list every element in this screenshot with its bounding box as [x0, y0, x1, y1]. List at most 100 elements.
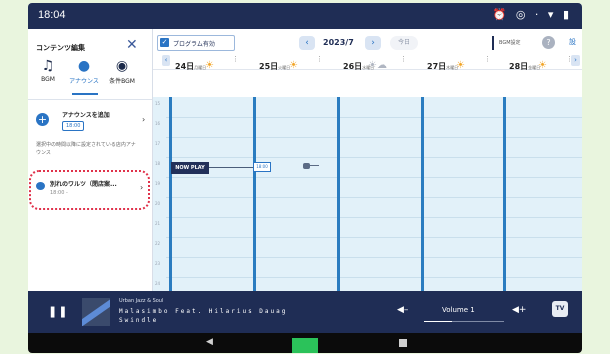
- hour-label: 19: [155, 181, 161, 186]
- close-icon[interactable]: ✕: [126, 37, 138, 53]
- recent-apps-icon[interactable]: [399, 339, 407, 347]
- hour-label: 18: [155, 161, 161, 166]
- day-label: 27日: [427, 62, 447, 71]
- day-label: 26日: [343, 62, 363, 71]
- music-player: ❚❚ Urban Jazz & Soul Malasimbo Feat. Hil…: [28, 291, 582, 333]
- sun-icon: ☀: [538, 60, 547, 71]
- announcement-marker-line: [310, 165, 319, 166]
- announcement-title: 別れのワルツ（閉店案...: [50, 181, 117, 188]
- chevron-right-icon: ›: [142, 115, 146, 124]
- grid-line: [166, 117, 582, 118]
- add-announcement-time: 18:00: [62, 121, 85, 131]
- hour-label: 21: [155, 221, 161, 226]
- more-vert-icon[interactable]: ⋮: [316, 55, 323, 63]
- hour-label: 23: [155, 261, 161, 266]
- month-prev-button[interactable]: ‹: [299, 36, 315, 50]
- hour-label: 20: [155, 201, 161, 206]
- more-vert-icon[interactable]: ⋮: [232, 55, 239, 63]
- now-play-badge: NOW PLAY: [171, 162, 209, 174]
- conditional-music-icon: ◉: [115, 58, 129, 74]
- volume-slider-fill: [424, 321, 452, 322]
- day-column-line: [421, 97, 424, 291]
- page-frame: 18:04 ⏰ ◎ · ▾ ▮ コンテンツ編集 ✕ ♫ BGM ● アナウンス …: [0, 0, 610, 354]
- chevron-right-icon: ›: [140, 183, 144, 192]
- divider: [492, 36, 494, 50]
- hour-label: 24: [155, 281, 161, 286]
- mode-tab-label: BGM: [41, 76, 55, 83]
- status-bar: 18:04 ⏰ ◎ · ▾ ▮: [28, 3, 582, 29]
- divider: [28, 99, 152, 100]
- clock: 18:04: [38, 9, 66, 21]
- grid-line: [166, 257, 582, 258]
- chevron-right-icon[interactable]: ›: [571, 55, 580, 66]
- active-tab-indicator: [72, 93, 98, 95]
- current-month: 2023/7: [323, 38, 354, 47]
- schedule-grid[interactable]: 15 16 17 18 19 20 21 22 23 24 NOW PLAY 1…: [153, 97, 582, 291]
- announcement-marker[interactable]: [303, 163, 310, 169]
- today-button[interactable]: 今日: [390, 36, 418, 50]
- grid-line: [166, 137, 582, 138]
- announcement-list-description: 選択中の時間以降に設定されている店内アナウンス: [36, 142, 136, 156]
- album-art: [82, 298, 110, 326]
- status-icons: ⏰ ◎ · ▾ ▮: [492, 8, 572, 21]
- program-enabled-label: プログラム有効: [173, 41, 215, 48]
- mode-tab-announcement[interactable]: ● アナウンス: [66, 57, 102, 85]
- month-next-button[interactable]: ›: [365, 36, 381, 50]
- hour-label: 17: [155, 141, 161, 146]
- mode-tab-conditional-bgm[interactable]: ◉ 条件BGM: [104, 57, 140, 85]
- sun-cloud-icon: ☀☁: [368, 60, 387, 71]
- sun-icon: ☀: [205, 60, 214, 71]
- grid-line: [166, 277, 582, 278]
- day-label: 25日: [259, 62, 279, 71]
- hour-label: 22: [155, 241, 161, 246]
- sun-icon: ☀: [289, 60, 298, 71]
- volume-down-icon[interactable]: ◀–: [397, 305, 408, 315]
- add-announcement-label: アナウンスを追加: [62, 112, 110, 119]
- volume-up-icon[interactable]: ◀+: [512, 305, 526, 315]
- speech-bubble-icon: [36, 182, 45, 190]
- more-vert-icon[interactable]: ⋮: [484, 55, 491, 63]
- grid-line: [166, 157, 582, 158]
- help-icon[interactable]: ?: [542, 36, 555, 49]
- grid-line: [166, 217, 582, 218]
- sun-icon: ☀: [456, 60, 465, 71]
- hour-label: 15: [155, 101, 161, 106]
- day-column-line: [169, 97, 172, 291]
- settings-label[interactable]: BGM設定: [499, 39, 521, 46]
- plus-icon: +: [36, 113, 49, 126]
- day-column-line: [337, 97, 340, 291]
- tv-output-icon[interactable]: TV: [552, 301, 568, 317]
- add-announcement-button[interactable]: + アナウンスを追加 18:00 ›: [32, 107, 148, 133]
- mode-tab-label: 条件BGM: [109, 78, 135, 85]
- pause-button[interactable]: ❚❚: [48, 305, 68, 318]
- tablet-screen: 18:04 ⏰ ◎ · ▾ ▮ コンテンツ編集 ✕ ♫ BGM ● アナウンス …: [28, 3, 582, 353]
- volume-label: Volume 1: [442, 306, 475, 314]
- grid-line: [166, 197, 582, 198]
- album-art-stripe: [82, 299, 110, 326]
- settings-link[interactable]: 設: [569, 37, 576, 47]
- panel-title: コンテンツ編集: [36, 44, 85, 52]
- now-time-marker[interactable]: 18:00: [253, 162, 271, 172]
- day-column-line: [503, 97, 506, 291]
- home-button[interactable]: [292, 338, 318, 353]
- mode-tab-label: アナウンス: [69, 78, 99, 85]
- mode-tab-bgm[interactable]: ♫ BGM: [30, 57, 66, 83]
- grid-line: [166, 177, 582, 178]
- back-icon[interactable]: ◀: [206, 337, 213, 347]
- android-nav-bar: ◀: [28, 333, 582, 353]
- volume-slider[interactable]: [424, 321, 504, 322]
- speech-bubble-icon: ●: [77, 58, 91, 74]
- announcement-time: 18:00 -: [50, 190, 68, 196]
- track-title: Malasimbo Feat. Hilarius Dauag Swindle: [119, 308, 288, 324]
- more-vert-icon[interactable]: ⋮: [400, 55, 407, 63]
- channel-name: Urban Jazz & Soul: [119, 298, 164, 304]
- checkbox-icon[interactable]: ✓: [160, 38, 169, 47]
- hour-label: 16: [155, 121, 161, 126]
- grid-line: [166, 237, 582, 238]
- day-label: 24日: [175, 62, 195, 71]
- day-label: 28日: [509, 62, 529, 71]
- chevron-left-icon[interactable]: ‹: [162, 55, 170, 66]
- announcement-list-item[interactable]: 別れのワルツ（閉店案... 18:00 - ›: [34, 179, 146, 203]
- day-column-line: [253, 97, 256, 291]
- content-edit-panel: コンテンツ編集 ✕ ♫ BGM ● アナウンス ◉ 条件BGM + アナウンスを…: [28, 29, 153, 291]
